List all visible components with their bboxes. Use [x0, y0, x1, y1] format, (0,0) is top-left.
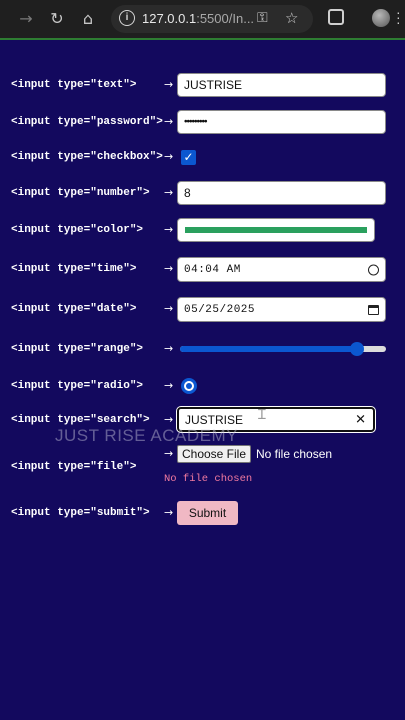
label-text: <input type="text">	[11, 79, 137, 91]
reload-icon[interactable]: ↻	[47, 9, 67, 29]
arrow-icon: →	[164, 342, 174, 355]
label-range: <input type="range">	[11, 343, 144, 355]
row-submit: <input type="submit"> → Submit	[0, 501, 405, 525]
bookmark-star-icon[interactable]: ☆	[285, 9, 298, 27]
arrow-icon: →	[164, 379, 174, 392]
profile-avatar[interactable]	[372, 9, 390, 27]
watermark-text: JUST RISE ACADEMY	[55, 426, 238, 445]
forward-arrow-icon[interactable]: →	[16, 9, 36, 29]
search-input-value: JUSTRISE	[185, 412, 244, 427]
color-input[interactable]	[177, 218, 375, 242]
row-color: <input type="color"> →	[0, 218, 405, 242]
text-input[interactable]: JUSTRISE	[177, 73, 386, 97]
home-icon[interactable]: ⌂	[78, 9, 98, 29]
row-date: <input type="date"> → 05/25/2025	[0, 297, 405, 322]
row-text: <input type="text"> → JUSTRISE	[0, 73, 405, 97]
arrow-icon: →	[164, 78, 174, 91]
date-input[interactable]: 05/25/2025	[177, 297, 386, 322]
file-status: No file chosen	[256, 447, 333, 461]
submit-button[interactable]: Submit	[177, 501, 238, 525]
key-icon[interactable]: ⚿	[257, 10, 268, 26]
row-time: <input type="time"> → 04:04 AM	[0, 257, 405, 282]
arrow-icon: →	[164, 115, 174, 128]
label-date: <input type="date">	[11, 303, 137, 315]
label-submit: <input type="submit">	[11, 507, 150, 519]
arrow-icon: →	[164, 150, 174, 163]
arrow-icon: →	[164, 413, 174, 426]
arrow-icon: →	[164, 447, 174, 460]
checkbox-input[interactable]: ✓	[181, 150, 196, 165]
range-thumb[interactable]	[350, 342, 364, 356]
text-cursor-icon: Ɪ	[258, 407, 266, 423]
arrow-icon: →	[164, 186, 174, 199]
label-time: <input type="time">	[11, 263, 137, 275]
range-fill	[180, 346, 357, 352]
file-message: No file chosen	[164, 473, 253, 485]
color-swatch	[185, 227, 367, 233]
time-input-value: 04:04 AM	[184, 263, 241, 276]
row-radio: <input type="radio"> →	[0, 377, 405, 395]
row-range: <input type="range"> →	[0, 340, 405, 358]
password-input[interactable]: •••••••••	[177, 110, 386, 134]
calendar-icon[interactable]	[368, 304, 379, 315]
password-input-value: •••••••••	[184, 116, 207, 128]
row-checkbox: <input type="checkbox"> → ✓	[0, 149, 405, 166]
choose-file-button[interactable]: Choose File	[177, 445, 251, 463]
site-info-icon[interactable]: i	[119, 10, 135, 26]
browser-toolbar: → ↻ ⌂ i 127.0.0.1:5500/In... ⚿ ☆ · · ·	[0, 0, 405, 40]
kebab-menu-icon[interactable]: · · ·	[396, 5, 401, 29]
arrow-icon: →	[164, 302, 174, 315]
number-input-value: 8	[184, 186, 191, 200]
label-color: <input type="color">	[11, 224, 144, 236]
arrow-icon: →	[164, 506, 174, 519]
clock-icon[interactable]	[368, 264, 379, 275]
address-bar[interactable]: i 127.0.0.1:5500/In... ⚿ ☆	[111, 5, 313, 33]
arrow-icon: →	[164, 223, 174, 236]
radio-input[interactable]	[181, 378, 197, 394]
range-slider[interactable]	[180, 342, 386, 356]
url-text[interactable]: 127.0.0.1:5500/In...	[142, 11, 254, 26]
label-number: <input type="number">	[11, 187, 150, 199]
label-radio: <input type="radio">	[11, 380, 144, 392]
label-checkbox: <input type="checkbox">	[11, 151, 163, 163]
extensions-icon[interactable]	[328, 9, 344, 25]
row-password: <input type="password"> → •••••••••	[0, 110, 405, 134]
row-number: <input type="number"> → 8	[0, 181, 405, 205]
label-file: <input type="file">	[11, 461, 137, 473]
number-input[interactable]: 8	[177, 181, 386, 205]
time-input[interactable]: 04:04 AM	[177, 257, 386, 282]
label-search: <input type="search">	[11, 414, 150, 426]
label-password: <input type="password">	[11, 116, 163, 128]
arrow-icon: →	[164, 262, 174, 275]
date-input-value: 05/25/2025	[184, 303, 256, 316]
text-input-value: JUSTRISE	[184, 78, 243, 92]
clear-icon[interactable]: ✕	[355, 412, 366, 427]
row-file: <input type="file"> → Choose File No fil…	[0, 445, 405, 490]
